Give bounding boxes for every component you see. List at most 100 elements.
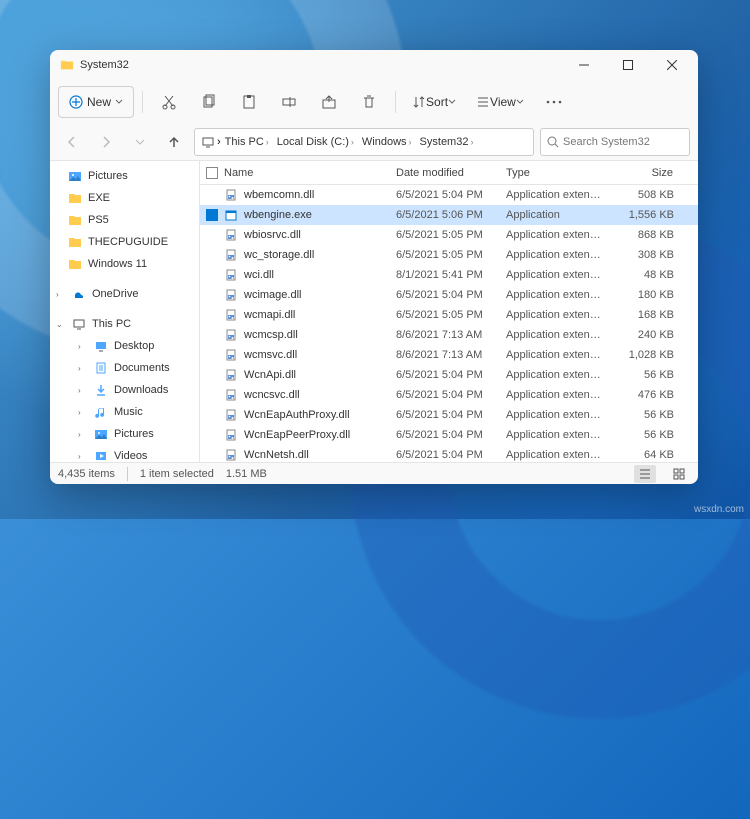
select-all-checkbox[interactable]: [206, 167, 218, 179]
file-row[interactable]: wci.dll 8/1/2021 5:41 PM Application ext…: [200, 265, 698, 285]
titlebar[interactable]: System32: [50, 50, 698, 80]
file-row[interactable]: wcncsvc.dll 6/5/2021 5:04 PM Application…: [200, 385, 698, 405]
cut-button[interactable]: [151, 86, 187, 118]
file-type: Application exten…: [500, 369, 610, 381]
file-list[interactable]: wbemcomn.dll 6/5/2021 5:04 PM Applicatio…: [200, 185, 698, 462]
breadcrumb-segment[interactable]: Local Disk (C:)›: [273, 136, 358, 148]
file-size: 240 KB: [610, 329, 680, 341]
file-row[interactable]: wcimage.dll 6/5/2021 5:04 PM Application…: [200, 285, 698, 305]
folder-icon: [60, 58, 74, 72]
forward-button[interactable]: [92, 128, 120, 156]
file-type: Application exten…: [500, 289, 610, 301]
file-date: 6/5/2021 5:04 PM: [390, 189, 500, 201]
sidebar-item-thecpuguide[interactable]: THECPUGUIDE: [50, 231, 199, 253]
documents-icon: [94, 361, 108, 375]
sidebar-onedrive[interactable]: ›OneDrive: [50, 283, 199, 305]
sidebar-item-desktop[interactable]: ›Desktop: [50, 335, 199, 357]
file-date: 6/5/2021 5:04 PM: [390, 389, 500, 401]
dll-icon: [224, 368, 238, 382]
chevron-down-icon: [115, 98, 123, 106]
checkbox-icon[interactable]: [206, 209, 218, 221]
dll-icon: [224, 188, 238, 202]
dll-icon: [224, 348, 238, 362]
view-button[interactable]: View: [468, 86, 532, 118]
back-icon: [65, 135, 79, 149]
details-view-button[interactable]: [634, 465, 656, 483]
file-row[interactable]: wcmapi.dll 6/5/2021 5:05 PM Application …: [200, 305, 698, 325]
sidebar[interactable]: PicturesEXEPS5THECPUGUIDEWindows 11 ›One…: [50, 161, 200, 462]
file-type: Application exten…: [500, 229, 610, 241]
forward-icon: [99, 135, 113, 149]
sidebar-item-windows-11[interactable]: Windows 11: [50, 253, 199, 275]
search-icon: [547, 136, 559, 148]
file-row[interactable]: wbemcomn.dll 6/5/2021 5:04 PM Applicatio…: [200, 185, 698, 205]
file-name: wcmapi.dll: [244, 309, 295, 321]
maximize-button[interactable]: [606, 50, 650, 80]
toolbar: New Sort View: [50, 80, 698, 124]
dll-icon: [224, 288, 238, 302]
breadcrumb-segment[interactable]: System32›: [416, 136, 478, 148]
breadcrumb[interactable]: › This PC›Local Disk (C:)›Windows›System…: [194, 128, 534, 156]
file-type: Application exten…: [500, 269, 610, 281]
file-row[interactable]: wbiosrvc.dll 6/5/2021 5:05 PM Applicatio…: [200, 225, 698, 245]
search-input[interactable]: Search System32: [540, 128, 690, 156]
view-label: View: [490, 95, 516, 109]
file-row[interactable]: WcnApi.dll 6/5/2021 5:04 PM Application …: [200, 365, 698, 385]
desktop-icon: [94, 339, 108, 353]
sidebar-item-pictures[interactable]: ›Pictures: [50, 423, 199, 445]
rename-button[interactable]: [271, 86, 307, 118]
breadcrumb-segment[interactable]: Windows›: [358, 136, 416, 148]
back-button[interactable]: [58, 128, 86, 156]
column-type[interactable]: Type: [500, 167, 610, 179]
sidebar-item-ps5[interactable]: PS5: [50, 209, 199, 231]
column-name[interactable]: Name: [200, 167, 390, 179]
sidebar-item-downloads[interactable]: ›Downloads: [50, 379, 199, 401]
breadcrumb-segment[interactable]: This PC›: [221, 136, 273, 148]
file-size: 476 KB: [610, 389, 680, 401]
file-name: WcnEapAuthProxy.dll: [244, 409, 350, 421]
share-button[interactable]: [311, 86, 347, 118]
sidebar-item-pictures[interactable]: Pictures: [50, 165, 199, 187]
cut-icon: [161, 94, 177, 110]
column-headers: Name Date modified Type Size: [200, 161, 698, 185]
file-name: wbemcomn.dll: [244, 189, 314, 201]
chevron-down-icon: [448, 98, 456, 106]
file-row[interactable]: wc_storage.dll 6/5/2021 5:05 PM Applicat…: [200, 245, 698, 265]
sidebar-thispc[interactable]: ⌄This PC: [50, 313, 199, 335]
rename-icon: [281, 94, 297, 110]
folder-icon: [68, 191, 82, 205]
folder-icon: [68, 257, 82, 271]
new-button[interactable]: New: [58, 86, 134, 118]
file-row[interactable]: wcmcsp.dll 8/6/2021 7:13 AM Application …: [200, 325, 698, 345]
paste-button[interactable]: [231, 86, 267, 118]
sidebar-item-exe[interactable]: EXE: [50, 187, 199, 209]
dll-icon: [224, 328, 238, 342]
dll-icon: [224, 428, 238, 442]
copy-button[interactable]: [191, 86, 227, 118]
file-row[interactable]: WcnNetsh.dll 6/5/2021 5:04 PM Applicatio…: [200, 445, 698, 462]
sort-label: Sort: [426, 95, 448, 109]
file-row[interactable]: wbengine.exe 6/5/2021 5:06 PM Applicatio…: [200, 205, 698, 225]
close-button[interactable]: [650, 50, 694, 80]
folder-icon: [68, 235, 82, 249]
dll-icon: [224, 448, 238, 462]
more-button[interactable]: [536, 86, 572, 118]
sidebar-item-videos[interactable]: ›Videos: [50, 445, 199, 462]
delete-button[interactable]: [351, 86, 387, 118]
sort-button[interactable]: Sort: [404, 86, 464, 118]
file-date: 8/1/2021 5:41 PM: [390, 269, 500, 281]
sidebar-item-documents[interactable]: ›Documents: [50, 357, 199, 379]
up-button[interactable]: [160, 128, 188, 156]
file-date: 6/5/2021 5:04 PM: [390, 429, 500, 441]
recent-button[interactable]: [126, 128, 154, 156]
sidebar-item-music[interactable]: ›Music: [50, 401, 199, 423]
column-date[interactable]: Date modified: [390, 167, 500, 179]
thumbnails-view-button[interactable]: [668, 465, 690, 483]
pictures-icon: [68, 169, 82, 183]
file-row[interactable]: wcmsvc.dll 8/6/2021 7:13 AM Application …: [200, 345, 698, 365]
minimize-button[interactable]: [562, 50, 606, 80]
column-size[interactable]: Size: [610, 167, 680, 179]
file-row[interactable]: WcnEapPeerProxy.dll 6/5/2021 5:04 PM App…: [200, 425, 698, 445]
file-row[interactable]: WcnEapAuthProxy.dll 6/5/2021 5:04 PM App…: [200, 405, 698, 425]
status-selected: 1 item selected: [140, 468, 214, 480]
